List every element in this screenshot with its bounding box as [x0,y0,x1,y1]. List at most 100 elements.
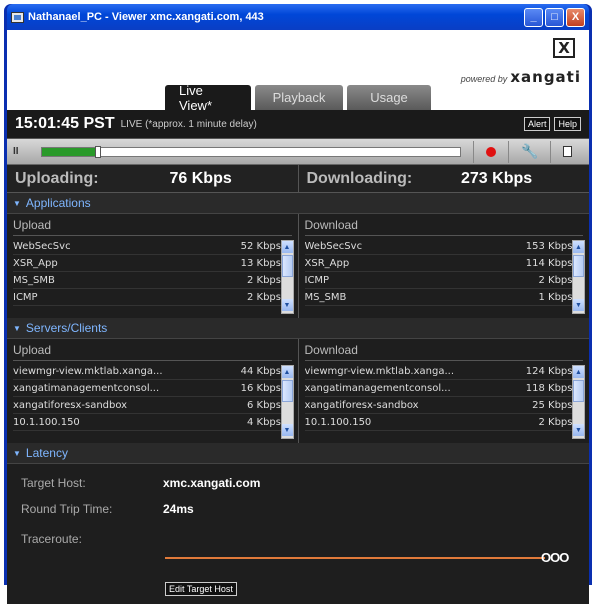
scroll-thumb[interactable] [281,255,293,277]
panel-title: Download [304,343,583,361]
servers-download-panel: Download viewmgr-view.mktlab.xanga... 124… [299,339,590,443]
target-host-row: Target Host: xmc.xangati.com [21,470,575,496]
applications-download-panel: Download WebSecSvc 153 Kbps XSR_App 114 Kb… [299,214,590,318]
list-item[interactable]: viewmgr-view.mktlab.xanga... 44 Kbps [13,363,281,380]
panel-title: Upload [13,343,292,361]
scroll-down-icon[interactable]: ▼ [573,299,584,311]
list-item[interactable]: WebSecSvc 52 Kbps [13,238,281,255]
list-item[interactable]: xangatiforesx-sandbox 25 Kbps [304,397,573,414]
servers-clients-header[interactable]: ▼ Servers/Clients [7,318,589,339]
download-summary: Downloading: 273 Kbps [299,165,590,192]
wrench-icon[interactable]: 🔧 [521,143,538,160]
tab-playback[interactable]: Playback [255,85,343,110]
throughput-summary: Uploading: 76 Kbps Downloading: 273 Kbps [7,165,589,193]
tab-live-view[interactable]: Live View* [165,83,251,113]
applications-title: Applications [25,196,91,210]
scrollbar[interactable]: ▲ ▼ [572,240,585,314]
rtt-value: 24ms [163,502,194,516]
hop-nodes-icon[interactable]: OOO [541,550,569,565]
upload-summary: Uploading: 76 Kbps [7,165,299,192]
alert-button[interactable]: Alert [523,117,551,131]
scroll-thumb[interactable] [573,380,584,402]
maximize-button[interactable]: □ [545,7,564,27]
header: X powered by xangati Live View* Playback… [7,30,589,113]
tab-usage[interactable]: Usage [347,85,431,110]
list-item[interactable]: 10.1.100.150 4 Kbps [13,414,281,431]
collapse-triangle-icon: ▼ [13,448,21,458]
status-bar: 15:01:45 PST LIVE (*approx. 1 minute del… [7,110,589,139]
edit-target-host-button[interactable]: Edit Target Host [165,582,237,596]
scrollbar[interactable]: ▲ ▼ [280,240,294,314]
applications-header[interactable]: ▼ Applications [7,193,589,214]
title-bar[interactable]: Nathanael_PC - Viewer xmc.xangati.com, 4… [7,4,589,30]
help-button[interactable]: Help [554,117,581,131]
minimize-button[interactable]: _ [524,7,543,27]
download-value: 273 Kbps [461,169,533,187]
list-item[interactable]: viewmgr-view.mktlab.xanga... 124 Kbps [304,363,573,380]
pause-icon[interactable]: II [13,146,27,157]
xangati-logo-icon: X [553,38,575,58]
page-icon[interactable] [563,146,573,157]
panel-title: Upload [13,218,292,236]
list-item[interactable]: xangatimanagementconsol... 16 Kbps [13,380,281,397]
scroll-down-icon[interactable]: ▼ [573,424,584,436]
timeline-slider[interactable] [41,145,461,158]
list-item[interactable]: XSR_App 114 Kbps [304,255,573,272]
latency-title: Latency [25,446,68,460]
scroll-thumb[interactable] [573,255,584,277]
scroll-up-icon[interactable]: ▲ [281,366,293,378]
scroll-down-icon[interactable]: ▼ [281,299,293,311]
scroll-up-icon[interactable]: ▲ [573,241,584,253]
viewer-window: Nathanael_PC - Viewer xmc.xangati.com, 4… [4,4,592,604]
download-label: Downloading: [306,169,413,187]
scroll-up-icon[interactable]: ▲ [573,366,584,378]
record-icon[interactable] [486,146,496,157]
client-area: X powered by xangati Live View* Playback… [7,30,589,604]
panel-title: Download [304,218,583,236]
rtt-label: Round Trip Time: [21,502,113,516]
servers-clients-title: Servers/Clients [25,321,108,335]
servers-panels: Upload viewmgr-view.mktlab.xanga... 44 Kb… [7,339,589,443]
list-item[interactable]: MS_SMB 1 Kbps [304,289,573,306]
current-time: 15:01:45 PST [15,115,115,132]
list-item[interactable]: xangatimanagementconsol... 118 Kbps [304,380,573,397]
powered-by: powered by xangati [461,68,581,86]
scroll-down-icon[interactable]: ▼ [281,424,293,436]
latency-header[interactable]: ▼ Latency [7,443,589,464]
upload-label: Uploading: [15,169,99,187]
playback-controls: II 🔧 [7,139,589,165]
target-host-label: Target Host: [21,476,86,490]
list-item[interactable]: xangatiforesx-sandbox 6 Kbps [13,397,281,414]
scroll-up-icon[interactable]: ▲ [281,241,293,253]
close-button[interactable]: X [566,7,585,27]
window-title: Nathanael_PC - Viewer xmc.xangati.com, 4… [28,11,264,23]
list-item[interactable]: XSR_App 13 Kbps [13,255,281,272]
list-item[interactable]: WebSecSvc 153 Kbps [304,238,573,255]
scroll-thumb[interactable] [281,380,293,402]
traceroute-line [165,557,545,559]
list-item[interactable]: 10.1.100.150 2 Kbps [304,414,573,431]
timeline-thumb[interactable] [95,145,102,158]
brand-name: xangati [510,68,581,86]
live-note: LIVE (*approx. 1 minute delay) [120,118,257,130]
list-item[interactable]: MS_SMB 2 Kbps [13,272,281,289]
applications-panels: Upload WebSecSvc 52 Kbps XSR_App 13 Kbps M… [7,214,589,318]
collapse-triangle-icon: ▼ [13,198,21,208]
list-item[interactable]: ICMP 2 Kbps [304,272,573,289]
upload-value: 76 Kbps [169,169,232,187]
traceroute-label: Traceroute: [21,532,82,546]
target-host-value: xmc.xangati.com [163,476,261,490]
app-window-icon [11,11,24,23]
latency-panel: Target Host: xmc.xangati.com Round Trip … [7,464,589,604]
traceroute-row: Traceroute: [21,526,575,552]
view-tabs: Live View* Playback Usage [165,83,435,113]
collapse-triangle-icon: ▼ [13,323,21,333]
scrollbar[interactable]: ▲ ▼ [280,365,294,439]
powered-by-label: powered by [460,74,508,84]
servers-upload-panel: Upload viewmgr-view.mktlab.xanga... 44 Kb… [7,339,299,443]
applications-upload-panel: Upload WebSecSvc 52 Kbps XSR_App 13 Kbps M… [7,214,299,318]
rtt-row: Round Trip Time: 24ms [21,496,575,522]
list-item[interactable]: ICMP 2 Kbps [13,289,281,306]
timeline-progress [42,147,97,156]
scrollbar[interactable]: ▲ ▼ [572,365,585,439]
